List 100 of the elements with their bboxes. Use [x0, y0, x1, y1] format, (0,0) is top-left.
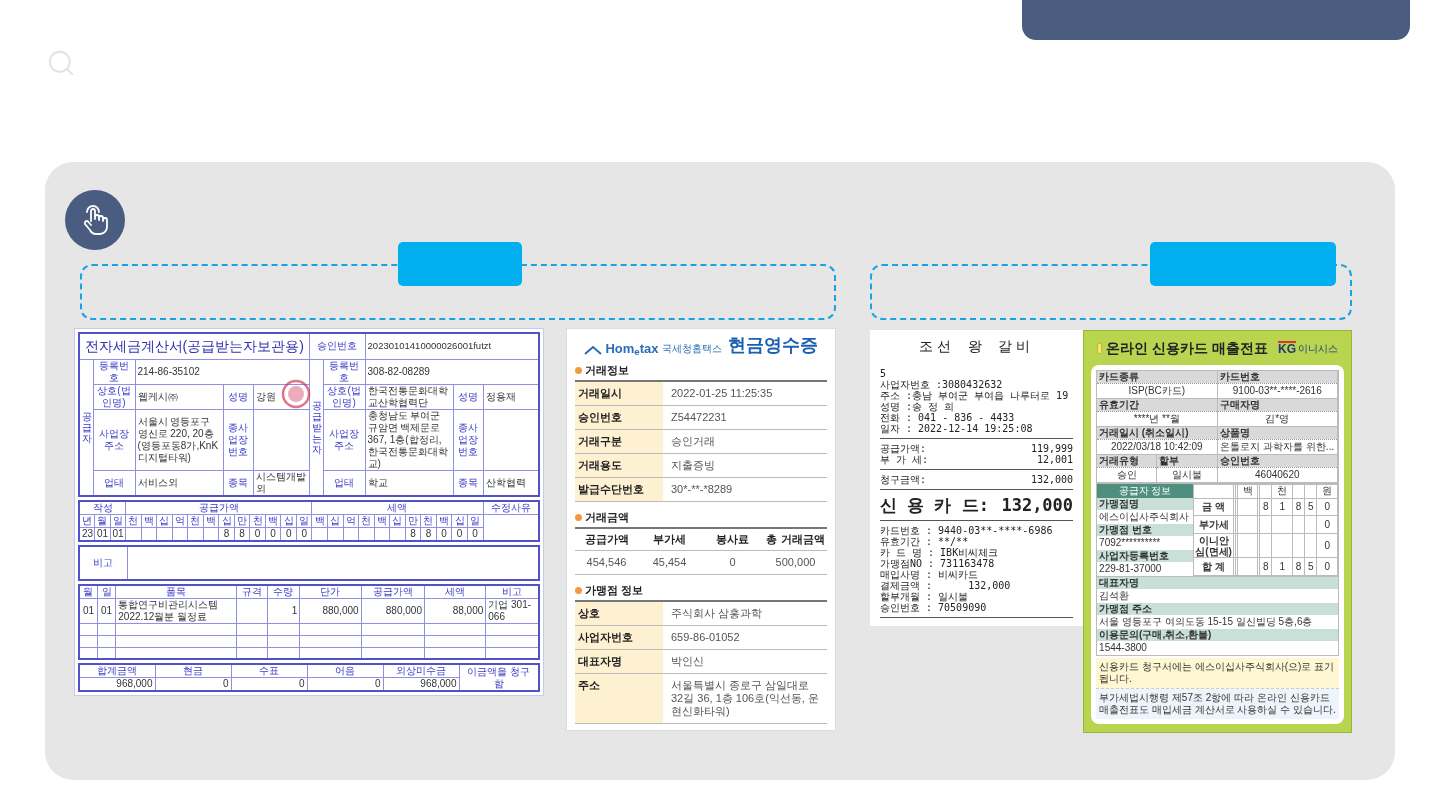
field-label: 종사업장번호 [453, 409, 484, 470]
field-value: 23 [79, 527, 95, 541]
field-value: 2022/03/18 10:42:09 [1097, 439, 1217, 454]
field-value: 1 [267, 598, 300, 623]
amount-digit: 8 [1263, 560, 1269, 572]
column-header: 합계금액 [79, 664, 155, 678]
field-value: 기업 301-066 [485, 598, 539, 623]
amount-value: 454,546 [585, 556, 628, 569]
unit-label: 천 [1277, 485, 1288, 497]
amount-value: 500,000 [774, 556, 817, 569]
unit-label: 일 [467, 514, 483, 527]
column-header: 어음 [307, 664, 383, 678]
field-label: 등록번호 [93, 359, 135, 384]
field-value: 정용재 [485, 390, 516, 402]
field-value: 1544-3800 [1098, 641, 1148, 655]
column-header: 봉사료 [715, 533, 750, 546]
unit-label: 만 [405, 514, 421, 527]
side-label: 공급자 [82, 410, 92, 444]
column-header: 외상미수금 [383, 664, 459, 678]
column-header: 비고 [485, 584, 539, 598]
unit-label: 만 [234, 514, 250, 527]
field-label: 사업장 주소 [93, 409, 135, 470]
unit-label: 십 [280, 514, 297, 527]
field-label: 승인번호 [575, 406, 663, 429]
field-label: 사업자번호 [575, 626, 663, 649]
stamp-icon [280, 378, 311, 409]
field-value: 01 [94, 527, 111, 541]
unit-label: 일 [296, 514, 312, 527]
field-value: 충청남도 부여군 규암면 백제문로 367, 1층(합정리, 한국전통문화대학교) [365, 409, 454, 470]
field-label: 주소 [575, 674, 663, 723]
field-label: 가맹점명 [1097, 498, 1194, 510]
column-header: 규격 [236, 584, 268, 598]
receipt-line: 결제금액 : 132,000 [880, 580, 1012, 591]
field-value: 서울 영등포구 여의도동 15-15 일신빌딩 5층,6층 [1098, 615, 1314, 629]
tag-icon [1097, 342, 1103, 354]
amount-value: 12,001 [1036, 454, 1074, 465]
field-label: 거래일시 [575, 382, 663, 405]
amount-digit: 8 [1295, 560, 1302, 572]
amount-label: 공급가액: [880, 443, 927, 454]
field-label: 사업자등록번호 [1097, 550, 1194, 562]
field-label: 공급가액 [125, 500, 312, 514]
amount-label: 부가세 [1198, 519, 1229, 531]
store-name: 조선 왕 갈비 [918, 338, 1035, 354]
field-value: 880,000 [361, 598, 425, 623]
field-label: 성명 [453, 384, 484, 409]
field-label: 상호(법인명) [93, 384, 135, 409]
unit-label: 억 [172, 514, 188, 527]
amount-value: 0 [728, 556, 737, 569]
field-value: 통합연구비관리시스템 2022.12월분 월정료 [115, 598, 237, 623]
amount-value: 132,000 [1001, 494, 1074, 516]
unit-label: 월 [94, 514, 111, 527]
amount-digit: 8 [1295, 501, 1302, 512]
amount-digit: 5 [1308, 501, 1314, 512]
amount-digit: 0 [1324, 501, 1330, 512]
unit-label: 백 [141, 514, 157, 527]
invoice-title: 전자세금계산서(공급받는자보관용) [79, 333, 310, 359]
field-value: 온톨로지 과학자를 위한... [1217, 439, 1337, 454]
amount-digit: 1 [1279, 501, 1285, 512]
field-value: 일시불 [1157, 467, 1217, 482]
brand-logo: KG [1278, 341, 1296, 355]
unit-label: 백 [436, 514, 452, 527]
receipt-line: 할부개월 : 일시불 [880, 591, 970, 602]
amount-label: 청구금액: [880, 474, 927, 485]
unit-label: 십 [218, 514, 235, 527]
field-label: 거래구분 [575, 430, 663, 453]
section-heading: 거래정보 [585, 364, 629, 377]
field-value: 46040620 [1217, 467, 1337, 482]
bullet-icon [575, 367, 582, 374]
unit-label: 천 [187, 514, 204, 527]
field-label: 발급수단번호 [575, 478, 663, 501]
amount-digit: 0 [1324, 560, 1330, 572]
field-label: 거래유형 [1097, 455, 1157, 467]
amount-label: 이니안심(면세) [1195, 534, 1232, 557]
field-value: 88,000 [424, 598, 486, 623]
field-value: 에스이십사주식회사 [1098, 510, 1191, 524]
field-label: 상호(법인명) [323, 384, 366, 409]
unit-label: 원 [1322, 485, 1333, 497]
receipt-line: 카드번호 : 9440-03**-****-6986 [880, 525, 1054, 536]
receipt-line: 전화 : 041 - 836 - 4433 [880, 412, 1016, 423]
field-value: 229-81-37000 [1098, 562, 1163, 576]
field-value: 강원 [255, 390, 276, 402]
column-header: 공급가액 [361, 584, 425, 598]
field-value: Z54472231 [670, 410, 728, 425]
field-value: 30*-**-*8289 [670, 482, 734, 497]
section-heading: 가맹점 정보 [585, 584, 644, 597]
amount-digit: 1 [1279, 560, 1285, 572]
field-label: 가맹점 번호 [1097, 524, 1194, 536]
field-label: 작성 [79, 500, 126, 514]
amount-label: 부 가 세: [880, 454, 929, 465]
field-value: 김*영 [1217, 411, 1337, 426]
unit-label: 년 [79, 514, 95, 527]
field-value: 7092********** [1098, 536, 1162, 550]
field-label: 승인번호 [309, 333, 366, 359]
field-value: 9100-03**-****-2616 [1217, 383, 1337, 398]
column-header: 현금 [155, 664, 231, 678]
receipt-title: 현금영수증 [727, 335, 818, 355]
field-value: 214-86-35102 [135, 359, 310, 384]
receipt-line: 매입사명 : 비씨카드 [880, 569, 980, 580]
unit-label: 십 [327, 514, 344, 527]
receipt-line: 5 [880, 368, 888, 379]
